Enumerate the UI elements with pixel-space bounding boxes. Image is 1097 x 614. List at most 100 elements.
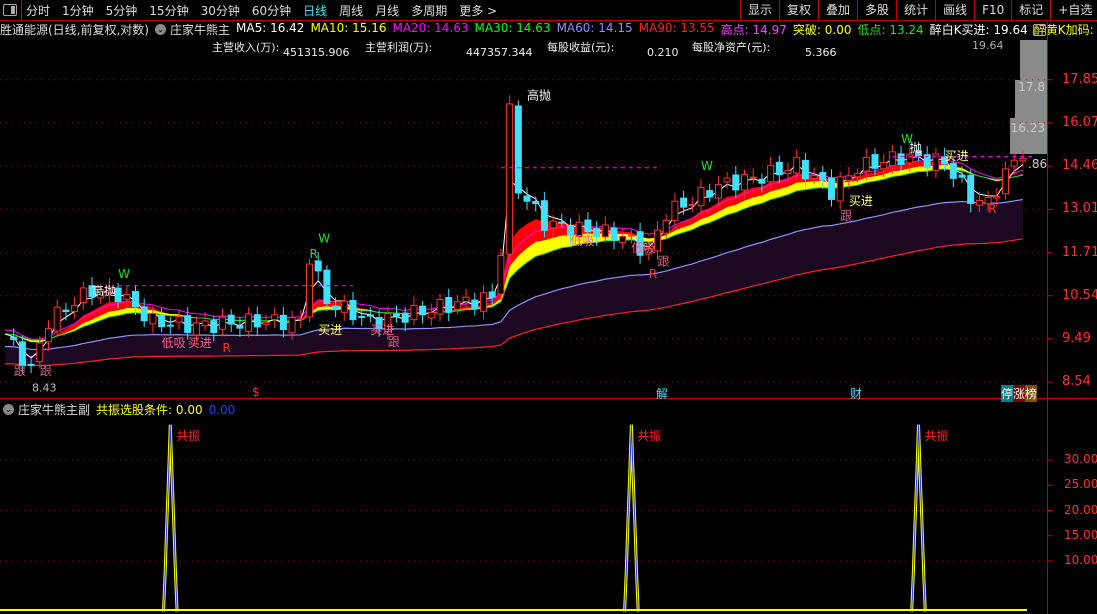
candle-body [158,315,166,328]
signal-label: 共振 [176,429,200,443]
candle-body [427,311,435,319]
candle-body [166,324,174,327]
candle-body [958,174,966,178]
candle-body [245,313,253,332]
candle-body [697,186,705,207]
candle-body [627,234,635,237]
candle-body [993,195,1001,199]
candle-body [854,173,862,178]
candle-body [601,224,609,238]
candle-body [253,314,261,328]
chart-annotation: W [318,232,330,246]
chart-annotation: R [988,202,996,216]
candle-body [975,199,983,206]
sub-indicator-name[interactable]: 庄家牛熊主副 [18,401,90,418]
price-tick-label: 14.46 [1062,158,1097,174]
chart-annotation: 跟 [14,364,26,378]
candle-body [906,153,914,164]
candle-body [714,183,722,199]
candle-body [27,363,35,366]
signal-spike-yellow [623,424,640,612]
candle-body [506,103,514,255]
candle-body [271,314,279,321]
candle-body [79,287,87,304]
candle-body [1010,159,1018,167]
low-price-label: 8.43 [32,381,57,394]
condition-value-2: 0.00 [208,402,236,417]
candle-body [880,161,888,170]
signal-label: 共振 [637,429,661,443]
price-tick-label: 16.07 [1062,114,1097,130]
candle-body [419,305,427,316]
chart-annotation: W [701,159,713,173]
candle-body [462,296,470,302]
event-marker[interactable]: 解 [656,385,668,402]
sub-header: ⌄ 庄家牛熊主副 共振选股条件: 0.00 0.00 [0,401,241,418]
candle-body [453,301,461,310]
candle-body [140,306,148,322]
chart-annotation: 买进 [318,323,342,337]
price-tick-label: 17.85 [1062,71,1097,87]
sub-tick-label: 30.00 [1064,452,1097,466]
price-chart[interactable]: 跟跟高抛W低吸 买进 RWR买进 买进跟高抛低吸 低吸跟RW买进跟W抛买进R8.43共振… [0,0,1097,614]
candle-body [532,200,540,205]
price-tick-label: 11.71 [1062,244,1097,260]
candle-body [480,292,487,312]
candle-body [62,309,70,313]
candle-body [558,221,566,224]
chart-annotation: R [310,247,318,261]
candle-body [410,304,418,321]
candle-body [488,291,496,298]
candle-body [862,156,870,172]
candle-body [279,314,287,330]
candle-body [680,197,688,208]
candle-body [967,174,975,204]
candle-body [845,175,853,181]
price-tick-label: 10.54 [1062,287,1097,303]
candle-body [175,316,183,323]
chart-annotation: 高抛 [92,283,116,298]
chart-annotation: 跟 [840,209,852,223]
candle-body [871,154,879,169]
candle-body [132,291,139,308]
candle-body [784,170,792,175]
candle-body [323,269,331,304]
candle-body [497,255,505,295]
signal-spike-yellow [162,424,179,612]
sub-tick-label: 20.00 [1064,502,1097,517]
candle-body [662,219,670,234]
candle-body [393,313,400,317]
chart-annotation: 抛 [910,140,922,155]
candle-body [445,297,453,313]
sub-tick-label: 10.00 [1064,553,1097,567]
event-marker[interactable]: 涨 [1013,385,1026,402]
candle-body [688,203,696,206]
event-marker[interactable]: 财 [850,385,862,402]
event-marker[interactable]: 榜 [1025,385,1038,402]
purple-band [5,199,1023,366]
signal-spike-yellow [910,424,927,612]
chevron-down-icon[interactable]: ⌄ [3,404,14,415]
candle-body [619,235,627,244]
candle-body [192,322,200,336]
candle-body [801,159,809,180]
candle-body [471,299,479,310]
candle-body [549,220,557,229]
candle-body [262,321,270,325]
chart-annotation: 跟 [40,364,52,378]
event-marker[interactable]: 停 [1001,385,1014,402]
event-marker[interactable]: $ [252,385,260,399]
candle-body [358,315,366,318]
candle-body [1002,168,1009,195]
candle-body [36,342,44,363]
chart-annotation: W [118,267,130,281]
chart-annotation: R [223,341,231,355]
candle-body [45,328,52,343]
price-tick-label: 13.01 [1062,201,1097,217]
chart-annotation: 高抛 [527,88,551,103]
candle-body [123,293,131,300]
candle-body [10,336,18,341]
candle-body [236,325,244,329]
price-tick-label: 9.49 [1062,330,1091,346]
candle-body [775,161,783,176]
